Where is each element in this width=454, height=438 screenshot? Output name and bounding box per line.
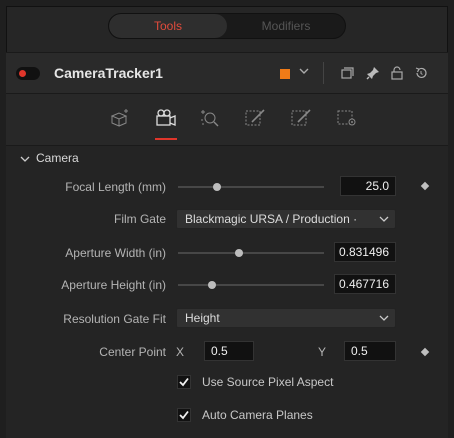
focal-length-slider[interactable] [178, 186, 324, 188]
center-point-y-field[interactable]: 0.5 [344, 341, 396, 361]
resolution-gate-fit-dropdown[interactable]: Height [176, 308, 396, 328]
chevron-down-icon[interactable] [297, 64, 311, 78]
solve-icon[interactable] [198, 108, 220, 128]
pin-icon[interactable] [366, 66, 380, 80]
panel-tabs [6, 94, 448, 146]
auto-camera-planes-checkbox[interactable] [177, 408, 191, 422]
window-icon[interactable] [340, 66, 354, 80]
chevron-down-icon [379, 315, 389, 321]
lock-icon[interactable] [390, 66, 404, 80]
camera-icon[interactable] [155, 108, 177, 128]
center-point-label: Center Point [99, 345, 166, 359]
chevron-down-icon [379, 216, 389, 222]
film-gate-label: Film Gate [113, 212, 166, 226]
tool-color-swatch[interactable] [280, 69, 290, 79]
header-divider [323, 62, 324, 84]
center-point-y-label: Y [318, 345, 327, 359]
aperture-height-field[interactable]: 0.467716 [334, 274, 396, 294]
tab-modifiers[interactable]: Modifiers [227, 14, 345, 38]
tool-header: CameraTracker1 [6, 52, 448, 94]
aperture-height-label: Aperture Height (in) [61, 278, 166, 292]
chevron-down-icon[interactable] [20, 155, 30, 163]
film-gate-value: Blackmagic URSA / Production · [185, 212, 358, 226]
inspector-tab-switch: Tools Modifiers [108, 13, 346, 39]
resolution-gate-fit-label: Resolution Gate Fit [63, 312, 166, 326]
aperture-width-label: Aperture Width (in) [65, 246, 166, 260]
film-gate-dropdown[interactable]: Blackmagic URSA / Production · [176, 209, 396, 229]
track-icon[interactable] [109, 108, 131, 128]
export-icon[interactable] [244, 108, 266, 128]
focal-length-field[interactable]: 25.0 [340, 176, 396, 196]
aperture-width-slider[interactable] [178, 252, 324, 254]
aperture-height-slider[interactable] [178, 284, 324, 286]
tool-name: CameraTracker1 [54, 65, 163, 81]
aperture-height-slider-knob[interactable] [207, 281, 216, 289]
auto-camera-planes-label[interactable]: Auto Camera Planes [202, 408, 313, 422]
focal-length-label: Focal Length (mm) [65, 180, 166, 194]
reset-icon[interactable] [414, 66, 428, 80]
use-source-pixel-aspect-checkbox[interactable] [177, 375, 191, 389]
checkmark-icon [179, 377, 189, 387]
center-point-x-field[interactable]: 0.5 [204, 341, 254, 361]
tool-enable-toggle[interactable] [16, 67, 40, 80]
section-title[interactable]: Camera [36, 151, 79, 165]
checkmark-icon [179, 410, 189, 420]
center-point-x-label: X [176, 345, 185, 359]
settings-icon[interactable] [336, 108, 358, 128]
options-icon[interactable] [290, 108, 312, 128]
aperture-width-field[interactable]: 0.831496 [334, 242, 396, 262]
tab-tools[interactable]: Tools [109, 14, 227, 38]
active-tab-underline [155, 138, 177, 140]
use-source-pixel-aspect-label[interactable]: Use Source Pixel Aspect [202, 375, 333, 389]
resolution-gate-fit-value: Height [185, 311, 220, 325]
